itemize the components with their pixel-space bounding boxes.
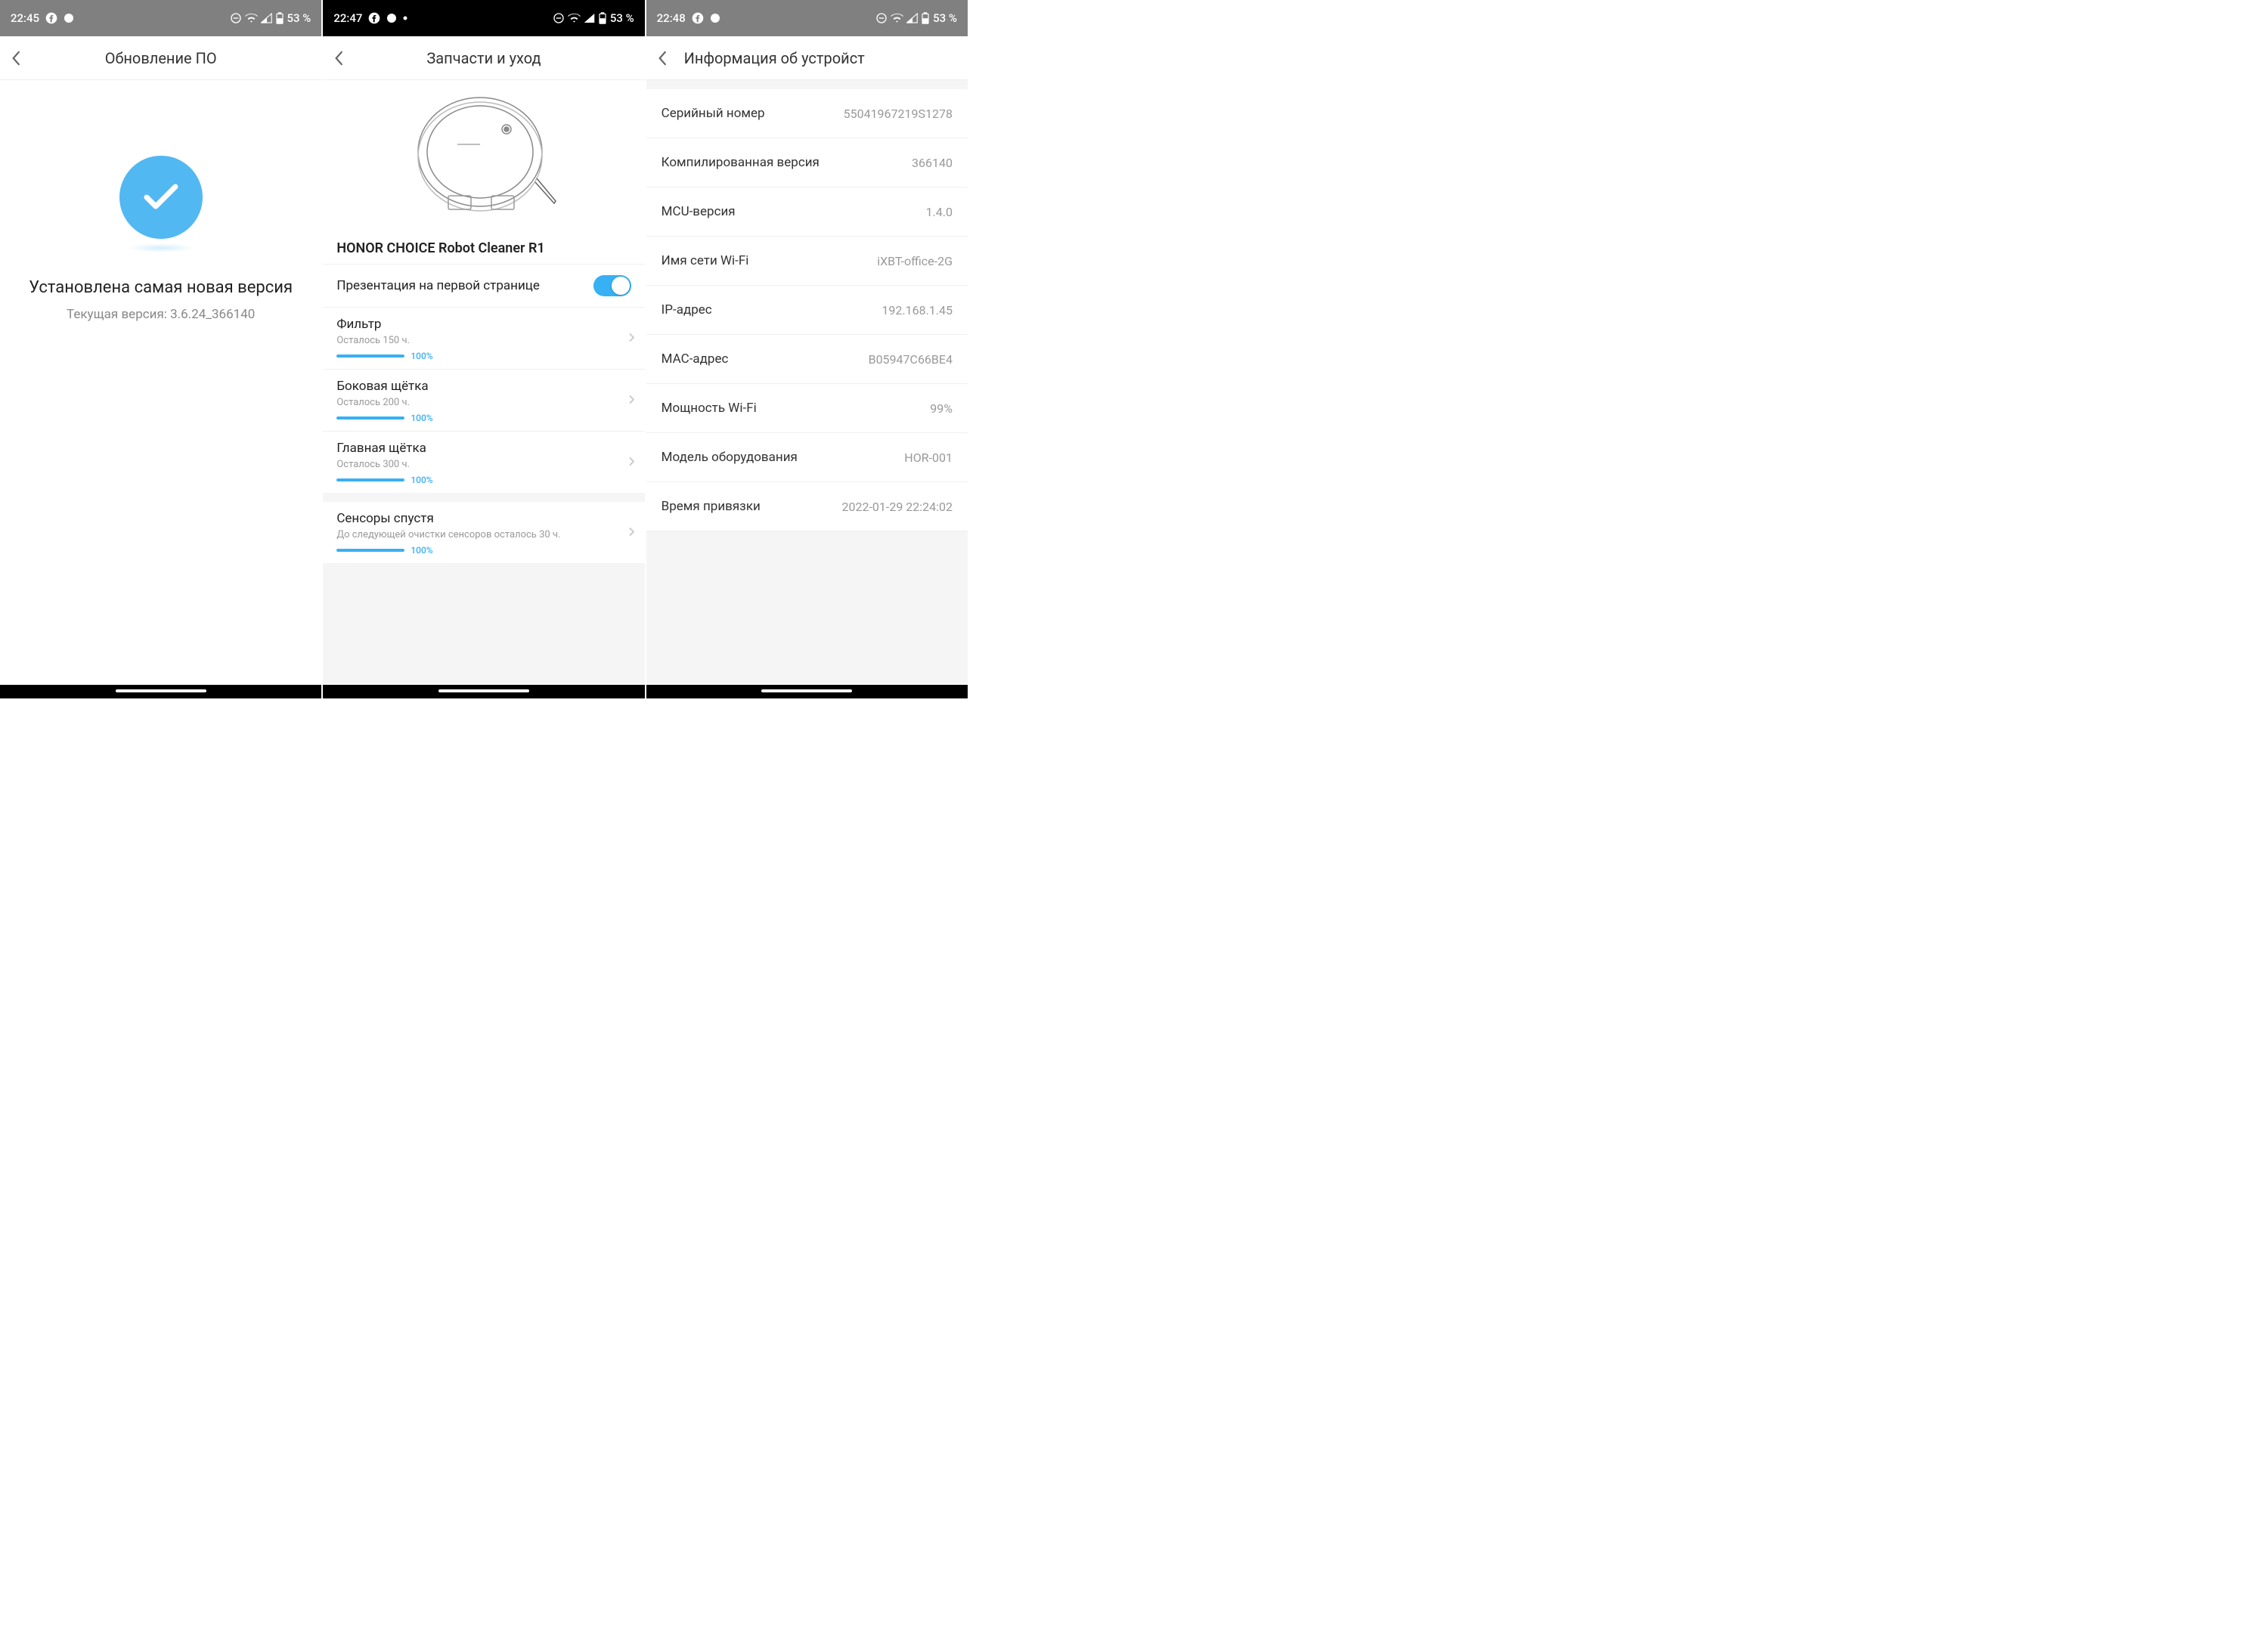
part-row-sensors[interactable]: Сенсоры спустя До следующей очистки сенс… [323,502,644,563]
homepage-toggle-row[interactable]: Презентация на первой странице [323,264,644,307]
signal-icon [906,13,918,23]
facebook-icon [368,12,380,24]
back-button[interactable] [657,50,680,67]
battery-icon [275,12,284,24]
dnd-icon [553,12,565,24]
signal-icon [261,13,272,23]
page-title: Информация об устройст [684,49,957,67]
info-row-wifi-name: Имя сети Wi-Fi iXBT-office-2G [646,237,968,286]
status-bar: 22:48 53 % [646,0,968,36]
nav-header: Запчасти и уход [323,36,644,80]
info-row-mcu: MCU-версия 1.4.0 [646,187,968,237]
status-time: 22:47 [333,11,362,25]
page-title: Запчасти и уход [333,49,634,67]
facebook-icon [692,12,704,24]
status-time: 22:45 [11,11,39,25]
info-value: 366140 [912,156,953,170]
chevron-right-icon [628,393,634,407]
part-pct: 100% [411,475,432,485]
battery-icon [598,12,607,24]
info-row-wifi-power: Мощность Wi-Fi 99% [646,384,968,433]
nav-bar [646,685,968,698]
info-label: Модель оборудования [662,450,798,465]
dot-icon [64,13,74,23]
wifi-icon [245,13,258,23]
info-label: MAC-адрес [662,351,729,367]
info-value: 2022-01-29 22:24:02 [842,500,953,514]
info-row-model: Модель оборудования HOR-001 [646,433,968,482]
part-remaining: Осталось 150 ч. [336,335,631,346]
info-label: Серийный номер [662,106,765,121]
toggle-label: Презентация на первой странице [336,278,540,293]
part-name: Главная щётка [336,441,631,456]
part-remaining: Осталось 300 ч. [336,459,631,470]
info-value: HOR-001 [904,451,953,465]
update-content: Установлена самая новая версия Текущая в… [0,80,321,698]
part-name: Боковая щётка [336,379,631,394]
chevron-right-icon [628,331,634,345]
screen-device-info: 22:48 53 % Информация об устройст Серийн… [646,0,968,698]
part-remaining: Осталось 200 ч. [336,397,631,408]
part-pct: 100% [411,413,432,423]
part-row-side-brush[interactable]: Боковая щётка Осталось 200 ч. 100% [323,369,644,431]
info-row-compiled: Компилированная версия 366140 [646,138,968,187]
info-list: Серийный номер 55041967219S1278 Компилир… [646,80,968,698]
info-label: Время привязки [662,499,761,514]
part-name: Фильтр [336,317,631,332]
part-row-main-brush[interactable]: Главная щётка Осталось 300 ч. 100% [323,431,644,493]
current-version: Текущая версия: 3.6.24_366140 [67,307,255,322]
part-pct: 100% [411,351,432,361]
dnd-icon [230,12,242,24]
update-headline: Установлена самая новая версия [14,277,308,299]
info-row-ip: IP-адрес 192.168.1.45 [646,286,968,335]
info-value: 192.168.1.45 [881,303,953,317]
part-row-filter[interactable]: Фильтр Осталось 150 ч. 100% [323,307,644,369]
info-label: Имя сети Wi-Fi [662,253,749,268]
chevron-right-icon [628,455,634,469]
info-label: MCU-версия [662,204,736,219]
info-row-mac: MAC-адрес B05947C66BE4 [646,335,968,384]
info-row-serial: Серийный номер 55041967219S1278 [646,89,968,138]
info-value: 99% [930,401,953,416]
info-label: IP-адрес [662,302,712,317]
part-name: Сенсоры спустя [336,511,631,526]
info-value: 1.4.0 [926,205,953,219]
facebook-icon [45,12,57,24]
battery-icon [921,12,930,24]
screen-parts-care: 22:47 53 % Запчасти и уход [323,0,644,698]
success-check-icon [119,156,203,239]
info-value: 55041967219S1278 [844,107,953,121]
nav-header: Информация об устройст [646,36,968,80]
battery-pct: 53 % [287,11,311,25]
dnd-icon [875,12,888,24]
signal-icon [584,13,595,23]
status-bar: 22:45 53 % [0,0,321,36]
dot-icon [386,13,397,23]
battery-pct: 53 % [933,11,957,25]
wifi-icon [891,13,903,23]
part-remaining: До следующей очистки сенсоров осталось 3… [336,529,631,540]
info-value: iXBT-office-2G [877,254,953,268]
part-pct: 100% [411,545,432,556]
chevron-right-icon [628,525,634,540]
info-label: Компилированная версия [662,155,820,170]
page-title: Обновление ПО [11,49,311,67]
toggle-switch[interactable] [593,275,631,296]
dot-icon [710,13,720,23]
info-label: Мощность Wi-Fi [662,401,757,416]
screen-firmware-update: 22:45 53 % Обновление ПО Установлена сам… [0,0,321,698]
product-name: HONOR CHOICE Robot Cleaner R1 [323,231,644,264]
nav-header: Обновление ПО [0,36,321,80]
status-bar: 22:47 53 % [323,0,644,36]
info-value: B05947C66BE4 [869,352,953,367]
status-time: 22:48 [657,11,686,25]
nav-bar [323,685,644,698]
product-image [323,80,644,231]
nav-bar [0,685,321,698]
info-row-bind-time: Время привязки 2022-01-29 22:24:02 [646,482,968,531]
wifi-icon [568,13,581,23]
battery-pct: 53 % [610,11,634,25]
small-dot-icon [403,16,407,20]
